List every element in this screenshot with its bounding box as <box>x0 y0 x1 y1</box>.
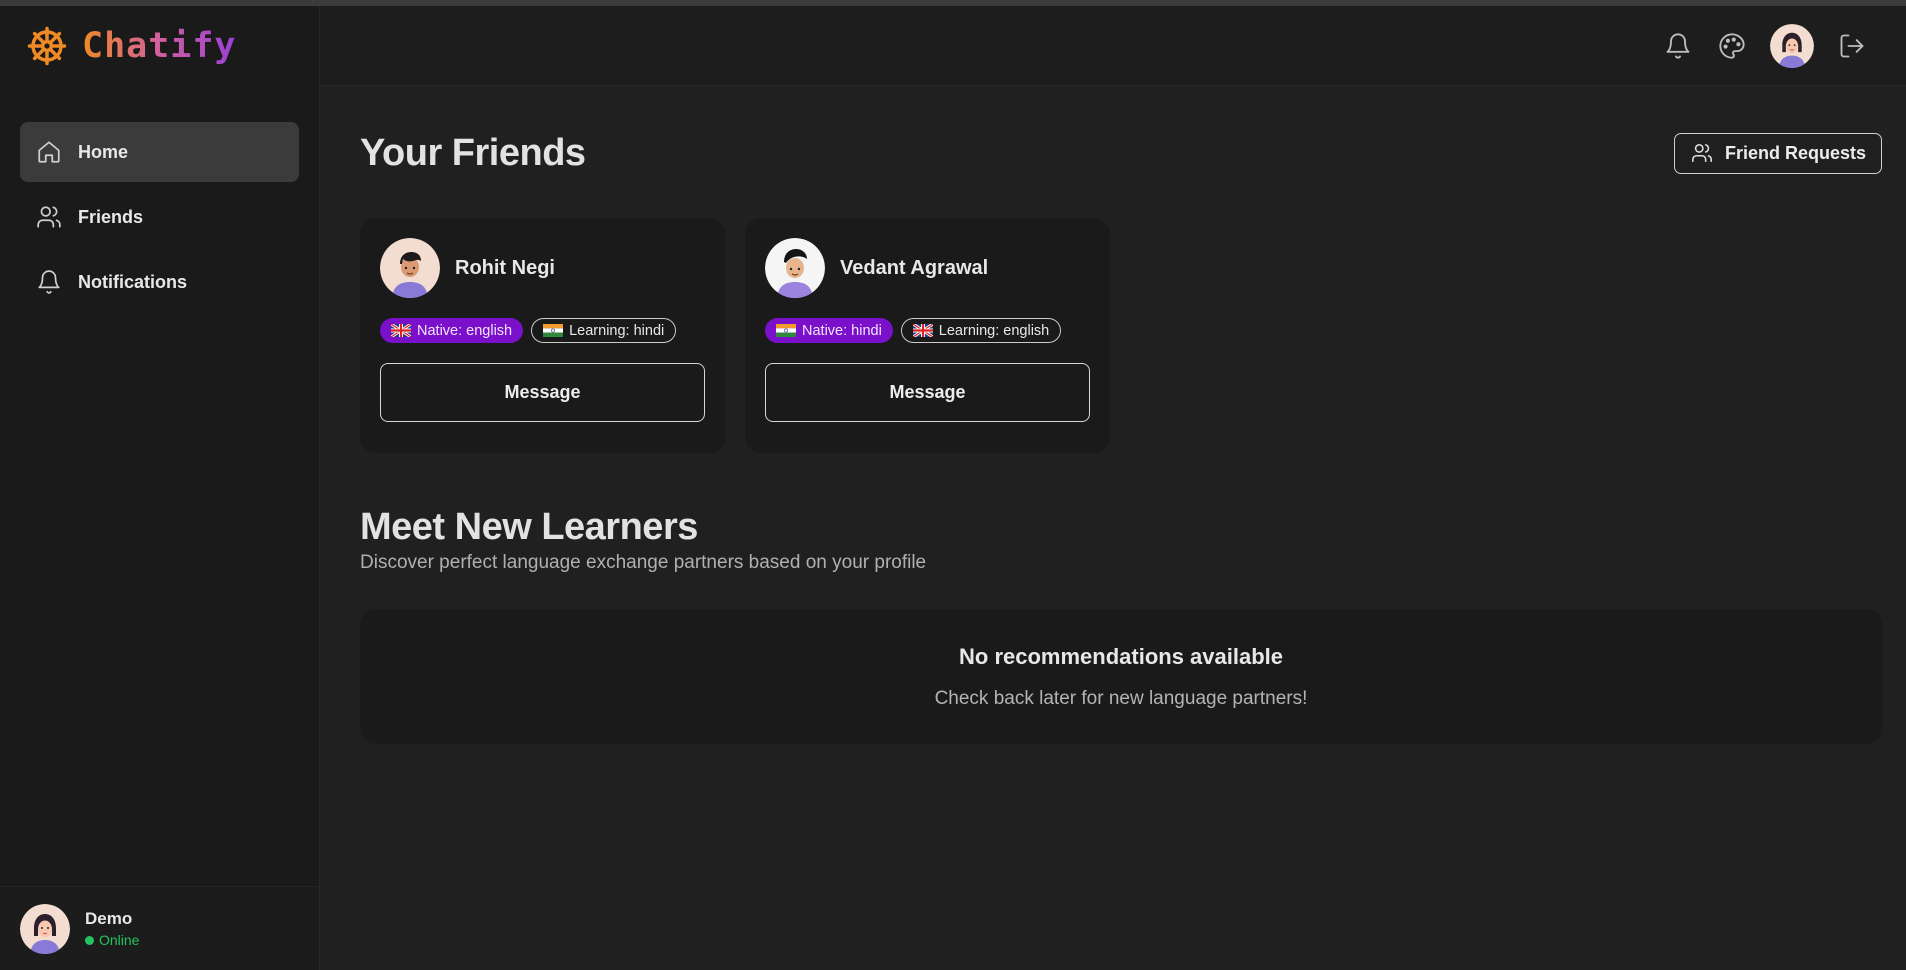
theme-button[interactable] <box>1716 30 1748 62</box>
message-button[interactable]: Message <box>765 363 1090 422</box>
native-language-badge: Native: hindi <box>765 318 893 343</box>
uk-flag-icon <box>912 324 933 337</box>
friend-requests-label: Friend Requests <box>1724 142 1866 163</box>
empty-recommendations: No recommendations available Check back … <box>360 609 1882 744</box>
ship-wheel-icon <box>27 26 67 66</box>
message-button[interactable]: Message <box>380 363 705 422</box>
friend-name: Vedant Agrawal <box>840 256 989 279</box>
palette-icon <box>1719 32 1745 59</box>
friends-grid: Rohit Negi Native: english Learning: hin… <box>360 218 1882 453</box>
main-area: Your Friends Friend Requests Rohit Negi … <box>320 6 1906 970</box>
learning-language-badge: Learning: hindi <box>531 318 677 343</box>
section-subtitle: Discover perfect language exchange partn… <box>360 552 927 573</box>
bell-icon <box>1666 32 1690 59</box>
logout-icon <box>1840 34 1864 57</box>
friends-header: Your Friends Friend Requests <box>360 86 1882 212</box>
sidebar-item-label: Home <box>78 141 129 162</box>
avatar[interactable] <box>1770 23 1814 68</box>
users-icon <box>1692 143 1712 163</box>
current-user-panel[interactable]: Demo Online <box>0 886 319 970</box>
friend-name: Rohit Negi <box>455 256 555 279</box>
brand-name: Chatify <box>82 26 237 66</box>
avatar <box>765 238 825 298</box>
friend-requests-button[interactable]: Friend Requests <box>1673 132 1882 174</box>
status-text: Online <box>99 932 140 948</box>
native-language-badge: Native: english <box>380 318 524 343</box>
language-badges: Native: english Learning: hindi <box>380 318 705 343</box>
empty-state-title: No recommendations available <box>959 643 1283 669</box>
notifications-button[interactable] <box>1662 30 1694 62</box>
logout-button[interactable] <box>1836 30 1868 62</box>
users-icon <box>37 206 61 228</box>
friend-card: Vedant Agrawal Native: hindi Learning: e… <box>745 218 1110 453</box>
avatar <box>20 903 70 954</box>
learning-language-label: Learning: hindi <box>569 322 665 339</box>
learning-language-label: Learning: english <box>938 322 1050 339</box>
section-title: Meet New Learners <box>360 506 698 548</box>
native-language-label: Native: hindi <box>802 322 882 339</box>
current-user-info: Demo Online <box>85 909 139 948</box>
app-shell: Chatify Home Friends Notifications Demo … <box>0 6 1906 970</box>
uk-flag-icon <box>391 324 411 337</box>
bell-icon <box>38 270 60 294</box>
language-badges: Native: hindi Learning: english <box>765 318 1090 343</box>
sidebar-item-friends[interactable]: Friends <box>20 187 299 247</box>
sidebar-item-label: Friends <box>78 206 144 227</box>
friend-card-header: Vedant Agrawal <box>765 238 1090 298</box>
sidebar-item-notifications[interactable]: Notifications <box>20 252 299 312</box>
friend-card-header: Rohit Negi <box>380 238 705 298</box>
empty-state-subtitle: Check back later for new language partne… <box>934 687 1308 709</box>
current-user-name: Demo <box>85 909 133 928</box>
sidebar-item-home[interactable]: Home <box>20 122 299 182</box>
sidebar: Chatify Home Friends Notifications Demo … <box>0 6 320 970</box>
sidebar-item-label: Notifications <box>78 271 188 292</box>
native-language-label: Native: english <box>417 322 513 339</box>
india-flag-icon <box>776 324 796 337</box>
india-flag-icon <box>543 324 564 337</box>
page-title: Your Friends <box>360 131 586 174</box>
home-icon <box>38 141 60 163</box>
brand[interactable]: Chatify <box>0 6 319 86</box>
friend-card: Rohit Negi Native: english Learning: hin… <box>360 218 725 453</box>
sidebar-nav: Home Friends Notifications <box>0 86 319 312</box>
learning-language-badge: Learning: english <box>900 318 1062 343</box>
home-content: Your Friends Friend Requests Rohit Negi … <box>320 86 1906 744</box>
avatar <box>380 238 440 298</box>
online-dot <box>85 935 94 945</box>
topbar <box>320 6 1906 86</box>
status-indicator: Online <box>85 932 139 948</box>
